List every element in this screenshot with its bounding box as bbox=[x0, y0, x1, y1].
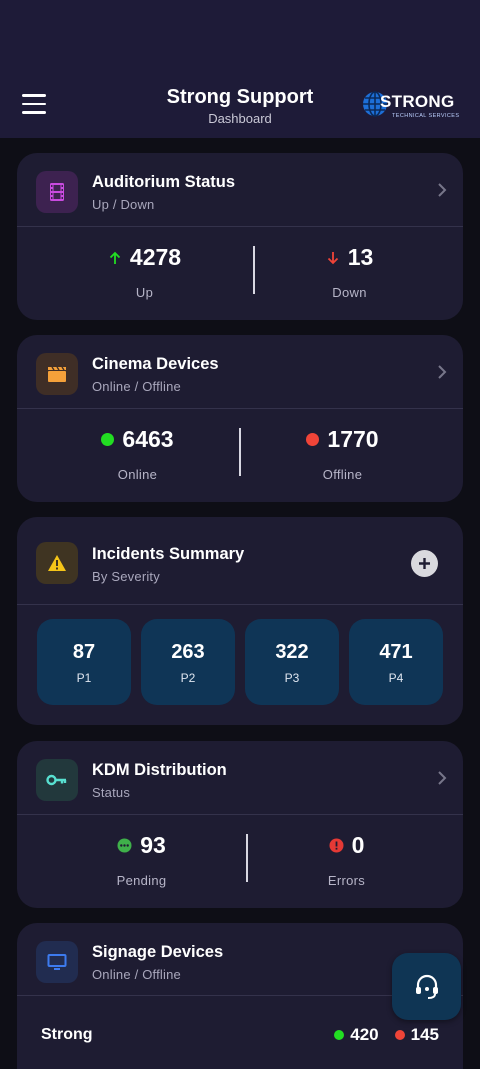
offline-value: 1770 bbox=[327, 426, 379, 452]
errors-label: Errors bbox=[327, 873, 366, 888]
film-icon bbox=[36, 171, 78, 213]
card-subtitle: Online / Offline bbox=[92, 379, 181, 394]
plus-icon[interactable] bbox=[411, 550, 438, 577]
arrow-down-icon bbox=[327, 251, 338, 264]
down-stat: 13 Down bbox=[238, 244, 461, 300]
card-subtitle: By Severity bbox=[92, 569, 160, 584]
offline-stat: 1770 Offline bbox=[231, 426, 454, 482]
up-stat: 4278 Up bbox=[33, 244, 256, 300]
kdm-distribution-card[interactable]: KDM Distribution Status 93 Pending 0 Err… bbox=[17, 741, 463, 908]
priority-p2[interactable]: 263 P2 bbox=[141, 619, 235, 705]
priority-value: 263 bbox=[171, 641, 205, 663]
priority-label: P3 bbox=[284, 671, 300, 685]
card-title: Signage Devices bbox=[92, 943, 224, 961]
error-alert-icon bbox=[329, 838, 344, 853]
card-subtitle: Status bbox=[92, 785, 131, 800]
auditorium-status-card[interactable]: Auditorium Status Up / Down 4278 Up 13 D… bbox=[17, 153, 463, 320]
warning-icon bbox=[36, 542, 78, 584]
priority-value: 471 bbox=[379, 641, 413, 663]
arrow-up-icon bbox=[109, 251, 121, 264]
errors-stat: 0 Errors bbox=[235, 832, 458, 888]
chevron-right-icon[interactable] bbox=[437, 183, 447, 197]
online-dot-icon bbox=[334, 1030, 345, 1040]
support-headset-icon bbox=[415, 974, 438, 999]
priority-p4[interactable]: 471 P4 bbox=[349, 619, 443, 705]
priority-p1[interactable]: 87 P1 bbox=[37, 619, 131, 705]
key-icon bbox=[36, 759, 78, 801]
logo-subtext: TECHNICAL SERVICES bbox=[392, 113, 460, 119]
card-header: Incidents Summary By Severity bbox=[17, 517, 463, 605]
up-label: Up bbox=[135, 285, 154, 300]
pending-label: Pending bbox=[116, 873, 167, 888]
priority-p3[interactable]: 322 P3 bbox=[245, 619, 339, 705]
up-value: 4278 bbox=[129, 244, 182, 270]
card-header: Cinema Devices Online / Offline bbox=[17, 335, 463, 409]
card-title: KDM Distribution bbox=[92, 761, 227, 779]
online-dot-icon bbox=[101, 433, 115, 446]
card-subtitle: Online / Offline bbox=[92, 967, 181, 982]
priority-value: 87 bbox=[72, 641, 96, 663]
monitor-icon bbox=[36, 941, 78, 983]
incidents-summary-card[interactable]: Incidents Summary By Severity 87 P1 263 … bbox=[17, 517, 463, 725]
chevron-right-icon[interactable] bbox=[437, 365, 447, 379]
card-header: KDM Distribution Status bbox=[17, 741, 463, 815]
signage-offline-value: 145 bbox=[410, 1025, 439, 1044]
priority-value: 322 bbox=[275, 641, 309, 663]
priority-label: P4 bbox=[388, 671, 404, 685]
offline-dot-icon bbox=[306, 433, 320, 446]
signage-row-name: Strong bbox=[41, 1026, 93, 1043]
app-header: Strong Support Dashboard STRONG TECHNICA… bbox=[0, 0, 480, 138]
divider bbox=[17, 604, 463, 605]
offline-dot-icon bbox=[394, 1030, 405, 1040]
signage-online-value: 420 bbox=[350, 1025, 379, 1044]
online-value: 6463 bbox=[122, 426, 174, 452]
cinema-devices-card[interactable]: Cinema Devices Online / Offline 6463 Onl… bbox=[17, 335, 463, 502]
card-title: Cinema Devices bbox=[92, 355, 219, 373]
errors-value: 0 bbox=[351, 832, 365, 858]
chevron-right-icon[interactable] bbox=[437, 771, 447, 785]
clapperboard-icon bbox=[36, 353, 78, 395]
pending-value: 93 bbox=[140, 832, 166, 858]
support-button[interactable] bbox=[392, 953, 461, 1020]
priority-label: P2 bbox=[180, 671, 196, 685]
pending-stat: 93 Pending bbox=[30, 832, 253, 888]
strong-logo: STRONG TECHNICAL SERVICES bbox=[362, 89, 466, 121]
priority-label: P1 bbox=[76, 671, 92, 685]
down-label: Down bbox=[332, 285, 367, 300]
card-subtitle: Up / Down bbox=[92, 197, 155, 212]
signage-row[interactable]: Strong 420 145 bbox=[41, 1025, 439, 1047]
pending-dots-icon bbox=[117, 838, 132, 853]
divider bbox=[17, 226, 463, 227]
divider bbox=[17, 814, 463, 815]
card-title: Auditorium Status bbox=[92, 173, 235, 191]
offline-label: Offline bbox=[322, 467, 363, 482]
card-title: Incidents Summary bbox=[92, 545, 245, 563]
online-stat: 6463 Online bbox=[26, 426, 249, 482]
card-header: Auditorium Status Up / Down bbox=[17, 153, 463, 227]
online-label: Online bbox=[117, 467, 158, 482]
down-value: 13 bbox=[347, 244, 374, 270]
divider bbox=[17, 408, 463, 409]
logo-text: STRONG bbox=[380, 92, 455, 111]
